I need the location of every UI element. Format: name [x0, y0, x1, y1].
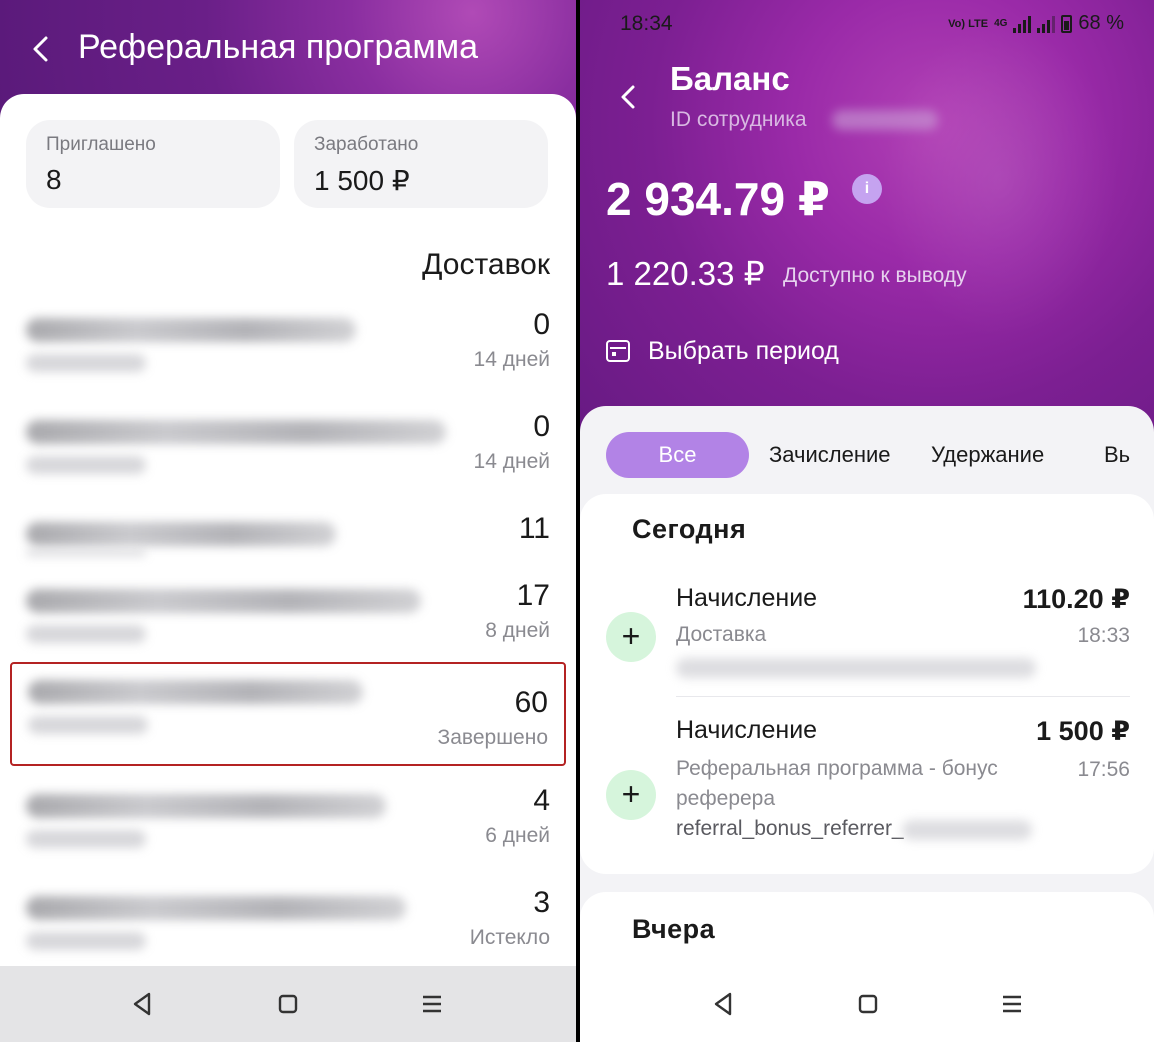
back-arrow-icon[interactable] — [616, 82, 640, 112]
referral-name-blurred — [26, 318, 356, 342]
referral-name-blurred — [28, 680, 363, 704]
referral-deliveries: 17 — [516, 579, 550, 612]
invited-value: 8 — [46, 164, 62, 195]
tab-withdrawal[interactable]: Вь — [1104, 432, 1130, 478]
select-period-label: Выбрать период — [648, 336, 839, 365]
network-type-icon: 4G — [994, 18, 1008, 29]
volte-icon: Vo) LTE — [948, 17, 989, 30]
calendar-icon — [606, 340, 630, 362]
referral-name-blurred — [26, 589, 421, 613]
section-title: Вчера — [632, 914, 716, 944]
referral-status: 8 дней — [485, 619, 550, 642]
nav-home-icon[interactable] — [852, 988, 884, 1020]
transaction-item[interactable]: + Начисление 110.20 ₽ Доставка 18:33 — [580, 584, 1154, 694]
plus-icon: + — [606, 770, 656, 820]
transaction-type: Начисление — [676, 716, 818, 744]
transaction-amount: 1 500 ₽ — [1036, 716, 1130, 746]
referral-status: 14 дней — [473, 348, 550, 371]
tab-withholding[interactable]: Удержание — [931, 432, 1044, 478]
earned-label: Заработано — [314, 134, 419, 155]
referral-status: 14 дней — [473, 450, 550, 473]
referral-name-blurred — [26, 794, 386, 818]
info-icon[interactable]: i — [852, 174, 882, 204]
transaction-id-blurred — [676, 658, 1036, 678]
referral-name-blurred — [26, 896, 406, 920]
referral-deliveries: 0 — [533, 410, 550, 443]
balance-header: 18:34 Vo) LTE 4G 68 % Баланс ID сотрудни… — [580, 0, 1154, 440]
referral-name-blurred — [26, 420, 446, 444]
plus-icon: + — [606, 612, 656, 662]
referral-id-blurred — [26, 354, 146, 372]
referral-id-blurred — [26, 830, 146, 848]
referral-name-blurred — [26, 522, 336, 546]
signal-icon — [1037, 15, 1056, 33]
transaction-item[interactable]: + Начисление 1 500 ₽ Реферальная програм… — [580, 716, 1154, 866]
section-title: Сегодня — [632, 514, 747, 544]
invited-label: Приглашено — [46, 134, 156, 155]
invited-card: Приглашено 8 — [26, 120, 280, 208]
nav-back-icon[interactable] — [127, 988, 159, 1020]
earned-value: 1 500 ₽ — [314, 165, 410, 196]
referral-status: Завершено — [437, 726, 548, 749]
balance-amount: 2 934.79 ₽ — [606, 173, 830, 225]
system-nav-bar — [580, 966, 1154, 1042]
referral-id-blurred — [26, 456, 146, 474]
nav-home-icon[interactable] — [272, 988, 304, 1020]
transaction-time: 17:56 — [1077, 758, 1130, 781]
nav-menu-icon[interactable] — [416, 988, 448, 1020]
referral-row-highlighted[interactable]: 60 Завершено — [10, 662, 566, 766]
referral-status: 6 дней — [485, 824, 550, 847]
employee-id-label: ID сотрудника — [670, 108, 807, 131]
battery-percent: 68 % — [1078, 12, 1124, 34]
nav-back-icon[interactable] — [708, 988, 740, 1020]
page-title: Баланс — [670, 60, 790, 97]
available-amount: 1 220.33 ₽ — [606, 255, 765, 292]
back-arrow-icon[interactable] — [28, 34, 54, 64]
deliveries-column-header: Доставок — [422, 248, 550, 281]
referral-deliveries: 3 — [533, 886, 550, 919]
referral-id-blurred — [26, 932, 146, 950]
divider — [676, 696, 1130, 697]
filter-tabs: Все Зачисление Удержание Вь — [580, 432, 1154, 478]
earned-card: Заработано 1 500 ₽ — [294, 120, 548, 208]
balance-screen: 18:34 Vo) LTE 4G 68 % Баланс ID сотрудни… — [580, 0, 1154, 1042]
page-title: Реферальная программа — [78, 28, 478, 66]
transaction-code-blurred — [902, 820, 1032, 840]
referral-id-blurred — [26, 550, 146, 556]
referral-id-blurred — [28, 716, 148, 734]
available-label: Доступно к выводу — [783, 264, 967, 287]
transaction-type: Начисление — [676, 584, 818, 612]
referral-row[interactable]: 0 14 дней — [10, 306, 566, 410]
transaction-desc: Реферальная программа - бонус реферера — [676, 757, 998, 810]
referral-deliveries: 11 — [518, 512, 550, 545]
select-period-button[interactable]: Выбрать период — [606, 334, 839, 368]
employee-id-blurred — [832, 110, 938, 130]
transaction-time: 18:33 — [1077, 624, 1130, 647]
system-nav-bar — [0, 966, 576, 1042]
referral-screen: Реферальная программа Приглашено 8 Зараб… — [0, 0, 576, 1042]
referral-row[interactable]: 4 6 дней — [10, 782, 566, 886]
battery-icon — [1061, 14, 1073, 33]
status-time: 18:34 — [620, 12, 673, 35]
background-flower-decoration — [880, 20, 1120, 340]
referral-id-blurred — [26, 625, 146, 643]
referral-status: Истекло — [469, 926, 550, 949]
status-icons: Vo) LTE 4G 68 % — [948, 12, 1124, 35]
transaction-amount: 110.20 ₽ — [1022, 584, 1130, 614]
referral-deliveries: 4 — [533, 784, 550, 817]
today-section: Сегодня + Начисление 110.20 ₽ Доставка 1… — [580, 494, 1154, 874]
referral-row[interactable]: 0 14 дней — [10, 408, 566, 512]
tab-all[interactable]: Все — [606, 432, 749, 478]
transaction-desc: Доставка — [676, 623, 767, 646]
tab-credit[interactable]: Зачисление — [769, 432, 891, 478]
nav-menu-icon[interactable] — [996, 988, 1028, 1020]
referral-deliveries: 60 — [514, 686, 548, 719]
referral-deliveries: 0 — [533, 308, 550, 341]
transaction-code: referral_bonus_referrer_ — [676, 817, 904, 840]
signal-icon — [1013, 15, 1032, 33]
